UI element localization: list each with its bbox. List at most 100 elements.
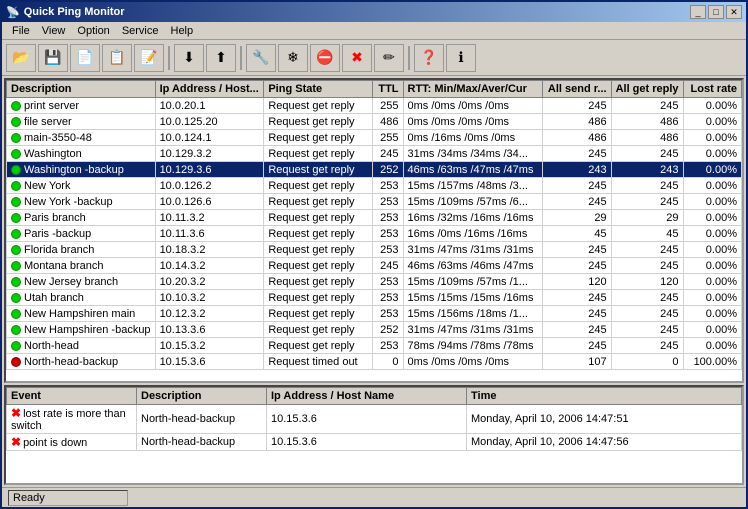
- table-row[interactable]: New Hampshiren main 10.12.3.2 Request ge…: [7, 306, 742, 322]
- new-button[interactable]: 📄: [70, 44, 100, 72]
- close-button[interactable]: ✕: [726, 5, 742, 19]
- event-col-desc[interactable]: Description: [137, 388, 267, 405]
- cell-ttl-14: 252: [372, 322, 403, 338]
- cell-send-9: 245: [543, 242, 611, 258]
- table-row[interactable]: Washington 10.129.3.2 Request get reply …: [7, 146, 742, 162]
- cell-lost-12: 0.00%: [683, 290, 741, 306]
- cell-ip-9: 10.18.3.2: [155, 242, 264, 258]
- cell-reply-8: 45: [611, 226, 683, 242]
- help-button[interactable]: ❓: [414, 44, 444, 72]
- cell-state-7: Request get reply: [264, 210, 372, 226]
- table-row[interactable]: Utah branch 10.10.3.2 Request get reply …: [7, 290, 742, 306]
- cell-state-1: Request get reply: [264, 114, 372, 130]
- cell-desc-16: North-head-backup: [7, 354, 156, 370]
- table-row[interactable]: Montana branch 10.14.3.2 Request get rep…: [7, 258, 742, 274]
- cell-state-5: Request get reply: [264, 178, 372, 194]
- status-dot-8: [11, 229, 21, 239]
- cell-reply-14: 245: [611, 322, 683, 338]
- menu-view[interactable]: View: [36, 25, 72, 37]
- event-row[interactable]: ✖lost rate is more than switch North-hea…: [7, 405, 742, 434]
- delete-button[interactable]: ✖: [342, 44, 372, 72]
- minimize-button[interactable]: _: [690, 5, 706, 19]
- header-description[interactable]: Description: [7, 81, 156, 98]
- cell-ip-3: 10.129.3.2: [155, 146, 264, 162]
- cell-ip-15: 10.15.3.2: [155, 338, 264, 354]
- title-bar: 📡 Quick Ping Monitor _ □ ✕: [2, 2, 746, 22]
- stop-button[interactable]: ⛔: [310, 44, 340, 72]
- sep3: [408, 46, 410, 70]
- cell-send-13: 245: [543, 306, 611, 322]
- cell-send-15: 245: [543, 338, 611, 354]
- sep1: [168, 46, 170, 70]
- menu-service[interactable]: Service: [116, 25, 165, 37]
- cell-reply-16: 0: [611, 354, 683, 370]
- table-row[interactable]: North-head-backup 10.15.3.6 Request time…: [7, 354, 742, 370]
- header-state[interactable]: Ping State: [264, 81, 372, 98]
- save-button[interactable]: 💾: [38, 44, 68, 72]
- event-col-ip[interactable]: Ip Address / Host Name: [267, 388, 467, 405]
- header-ttl[interactable]: TTL: [372, 81, 403, 98]
- open-button[interactable]: 📂: [6, 44, 36, 72]
- table-row[interactable]: Paris branch 10.11.3.2 Request get reply…: [7, 210, 742, 226]
- cell-ip-10: 10.14.3.2: [155, 258, 264, 274]
- pencil-button[interactable]: ✏: [374, 44, 404, 72]
- cell-desc-1: file server: [7, 114, 156, 130]
- table-row[interactable]: New York -backup 10.0.126.6 Request get …: [7, 194, 742, 210]
- info-button[interactable]: ℹ: [446, 44, 476, 72]
- header-rtt[interactable]: RTT: Min/Max/Aver/Cur: [403, 81, 543, 98]
- status-dot-12: [11, 293, 21, 303]
- table-row[interactable]: print server 10.0.20.1 Request get reply…: [7, 98, 742, 114]
- cell-desc-14: New Hampshiren -backup: [7, 322, 156, 338]
- table-row[interactable]: file server 10.0.125.20 Request get repl…: [7, 114, 742, 130]
- table-row[interactable]: main-3550-48 10.0.124.1 Request get repl…: [7, 130, 742, 146]
- cell-ttl-9: 253: [372, 242, 403, 258]
- copy-button[interactable]: 📋: [102, 44, 132, 72]
- table-row[interactable]: New Jersey branch 10.20.3.2 Request get …: [7, 274, 742, 290]
- cell-reply-15: 245: [611, 338, 683, 354]
- status-dot-13: [11, 309, 21, 319]
- menu-file[interactable]: File: [6, 25, 36, 37]
- table-row[interactable]: New York 10.0.126.2 Request get reply 25…: [7, 178, 742, 194]
- table-row[interactable]: Paris -backup 10.11.3.6 Request get repl…: [7, 226, 742, 242]
- event-row[interactable]: ✖point is down North-head-backup 10.15.3…: [7, 434, 742, 451]
- toolbar: 📂 💾 📄 📋 📝 ⬇ ⬆ 🔧 ❄ ⛔ ✖ ✏ ❓ ℹ: [2, 40, 746, 76]
- table-row[interactable]: Florida branch 10.18.3.2 Request get rep…: [7, 242, 742, 258]
- cell-ip-11: 10.20.3.2: [155, 274, 264, 290]
- event-col-time[interactable]: Time: [467, 388, 742, 405]
- event-cell-event-1: ✖point is down: [7, 434, 137, 451]
- header-ip[interactable]: Ip Address / Host...: [155, 81, 264, 98]
- event-cell-time-0: Monday, April 10, 2006 14:47:51: [467, 405, 742, 434]
- table-row[interactable]: New Hampshiren -backup 10.13.3.6 Request…: [7, 322, 742, 338]
- cell-ttl-0: 255: [372, 98, 403, 114]
- cell-state-14: Request get reply: [264, 322, 372, 338]
- header-send[interactable]: All send r...: [543, 81, 611, 98]
- up-button[interactable]: ⬆: [206, 44, 236, 72]
- cell-send-5: 245: [543, 178, 611, 194]
- edit-button[interactable]: 📝: [134, 44, 164, 72]
- cell-ttl-2: 255: [372, 130, 403, 146]
- menu-option[interactable]: Option: [71, 25, 115, 37]
- cell-send-10: 245: [543, 258, 611, 274]
- cell-desc-6: New York -backup: [7, 194, 156, 210]
- cell-ip-8: 10.11.3.6: [155, 226, 264, 242]
- cell-lost-14: 0.00%: [683, 322, 741, 338]
- cell-desc-15: North-head: [7, 338, 156, 354]
- table-row[interactable]: Washington -backup 10.129.3.6 Request ge…: [7, 162, 742, 178]
- status-dot-4: [11, 165, 21, 175]
- cell-ttl-12: 253: [372, 290, 403, 306]
- cell-lost-13: 0.00%: [683, 306, 741, 322]
- settings-button[interactable]: 🔧: [246, 44, 276, 72]
- table-row[interactable]: North-head 10.15.3.2 Request get reply 2…: [7, 338, 742, 354]
- cell-lost-3: 0.00%: [683, 146, 741, 162]
- cell-state-8: Request get reply: [264, 226, 372, 242]
- maximize-button[interactable]: □: [708, 5, 724, 19]
- down-button[interactable]: ⬇: [174, 44, 204, 72]
- header-reply[interactable]: All get reply: [611, 81, 683, 98]
- cell-lost-10: 0.00%: [683, 258, 741, 274]
- header-lost[interactable]: Lost rate: [683, 81, 741, 98]
- cell-desc-9: Florida branch: [7, 242, 156, 258]
- menu-help[interactable]: Help: [165, 25, 200, 37]
- event-col-event[interactable]: Event: [7, 388, 137, 405]
- freeze-button[interactable]: ❄: [278, 44, 308, 72]
- cell-reply-0: 245: [611, 98, 683, 114]
